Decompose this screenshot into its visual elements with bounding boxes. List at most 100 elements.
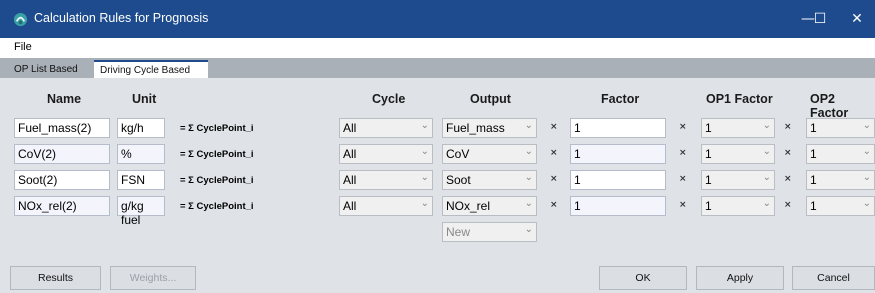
unit-field[interactable]: FSN <box>117 170 165 190</box>
menu-bar: File <box>0 38 875 58</box>
results-button[interactable]: Results <box>10 266 101 290</box>
op1-factor-dropdown[interactable]: 1 ⌄ <box>701 144 775 164</box>
op1-value: 1 <box>705 199 712 213</box>
op2-factor-dropdown[interactable]: 1 ⌄ <box>806 196 875 216</box>
header-output: Output <box>470 92 511 106</box>
chevron-down-icon: ⌄ <box>524 146 533 157</box>
output-value: Soot <box>446 173 471 187</box>
maximize-button[interactable]: ☐ <box>797 0 843 38</box>
op2-value: 1 <box>810 199 817 213</box>
op1-factor-dropdown[interactable]: 1 ⌄ <box>701 118 775 138</box>
cycle-dropdown[interactable]: All ⌄ <box>339 196 433 216</box>
multiply-icon: × <box>679 174 687 184</box>
chevron-down-icon: ⌄ <box>420 120 429 131</box>
output-dropdown[interactable]: CoV ⌄ <box>442 144 537 164</box>
chevron-down-icon: ⌄ <box>762 198 771 209</box>
header-op2-factor: OP2 Factor <box>810 92 849 120</box>
chevron-down-icon: ⌄ <box>524 224 533 235</box>
name-field[interactable]: CoV(2) <box>14 144 110 164</box>
multiply-icon: × <box>784 122 792 132</box>
output-dropdown[interactable]: Fuel_mass ⌄ <box>442 118 537 138</box>
multiply-icon: × <box>784 200 792 210</box>
new-output-dropdown[interactable]: New ⌄ <box>442 222 537 242</box>
sum-formula-label: = Σ CyclePoint_i <box>180 123 254 134</box>
factor-field[interactable]: 1 <box>570 118 666 138</box>
chevron-down-icon: ⌄ <box>524 198 533 209</box>
factor-field[interactable]: 1 <box>570 144 666 164</box>
header-cycle: Cycle <box>372 92 406 106</box>
chevron-down-icon: ⌄ <box>524 172 533 183</box>
output-value: Fuel_mass <box>446 121 505 135</box>
chevron-down-icon: ⌄ <box>420 172 429 183</box>
sum-formula-label: = Σ CyclePoint_i <box>180 175 254 186</box>
unit-field[interactable]: g/kg fuel <box>117 196 165 227</box>
new-output-placeholder: New <box>446 225 471 239</box>
calculation-rules-window: Calculation Rules for Prognosis — ☐ ✕ Fi… <box>0 0 875 293</box>
app-icon <box>13 12 28 27</box>
multiply-icon: × <box>550 122 558 132</box>
cycle-value: All <box>343 147 357 161</box>
cycle-value: All <box>343 199 357 213</box>
multiply-icon: × <box>679 200 687 210</box>
cycle-value: All <box>343 173 357 187</box>
multiply-icon: × <box>550 148 558 158</box>
output-dropdown[interactable]: NOx_rel ⌄ <box>442 196 537 216</box>
close-button[interactable]: ✕ <box>839 0 875 38</box>
window-title: Calculation Rules for Prognosis <box>34 11 209 25</box>
op2-value: 1 <box>810 121 817 135</box>
chevron-down-icon: ⌄ <box>762 172 771 183</box>
multiply-icon: × <box>679 122 687 132</box>
ok-button[interactable]: OK <box>599 266 687 290</box>
menu-file[interactable]: File <box>14 41 32 53</box>
op2-factor-dropdown[interactable]: 1 ⌄ <box>806 144 875 164</box>
weights-button[interactable]: Weights... <box>110 266 196 290</box>
multiply-icon: × <box>784 174 792 184</box>
op1-factor-dropdown[interactable]: 1 ⌄ <box>701 196 775 216</box>
op1-factor-dropdown[interactable]: 1 ⌄ <box>701 170 775 190</box>
multiply-icon: × <box>550 200 558 210</box>
factor-field[interactable]: 1 <box>570 170 666 190</box>
chevron-down-icon: ⌄ <box>420 198 429 209</box>
chevron-down-icon: ⌄ <box>762 120 771 131</box>
op1-value: 1 <box>705 173 712 187</box>
name-field[interactable]: Fuel_mass(2) <box>14 118 110 138</box>
header-name: Name <box>47 92 82 106</box>
output-dropdown[interactable]: Soot ⌄ <box>442 170 537 190</box>
chevron-down-icon: ⌄ <box>862 120 871 131</box>
cancel-button[interactable]: Cancel <box>792 266 875 290</box>
unit-field[interactable]: % <box>117 144 165 164</box>
multiply-icon: × <box>550 174 558 184</box>
op2-factor-dropdown[interactable]: 1 ⌄ <box>806 170 875 190</box>
chevron-down-icon: ⌄ <box>862 172 871 183</box>
name-field[interactable]: NOx_rel(2) <box>14 196 110 216</box>
chevron-down-icon: ⌄ <box>862 146 871 157</box>
op2-value: 1 <box>810 147 817 161</box>
multiply-icon: × <box>679 148 687 158</box>
tab-bar: OP List Based Driving Cycle Based <box>0 58 875 78</box>
cycle-dropdown[interactable]: All ⌄ <box>339 118 433 138</box>
op2-factor-dropdown[interactable]: 1 ⌄ <box>806 118 875 138</box>
op1-value: 1 <box>705 147 712 161</box>
tab-op-list-based[interactable]: OP List Based <box>8 62 84 78</box>
apply-button[interactable]: Apply <box>696 266 784 290</box>
chevron-down-icon: ⌄ <box>420 146 429 157</box>
unit-field[interactable]: kg/h <box>117 118 165 138</box>
header-unit: Unit <box>132 92 157 106</box>
cycle-dropdown[interactable]: All ⌄ <box>339 170 433 190</box>
title-bar[interactable]: Calculation Rules for Prognosis — ☐ ✕ <box>0 0 875 38</box>
cycle-dropdown[interactable]: All ⌄ <box>339 144 433 164</box>
sum-formula-label: = Σ CyclePoint_i <box>180 201 254 212</box>
multiply-icon: × <box>784 148 792 158</box>
chevron-down-icon: ⌄ <box>862 198 871 209</box>
op1-value: 1 <box>705 121 712 135</box>
factor-field[interactable]: 1 <box>570 196 666 216</box>
output-value: CoV <box>446 147 470 161</box>
output-value: NOx_rel <box>446 199 491 213</box>
rules-panel: Name Unit Cycle Output Factor OP1 Factor… <box>0 78 875 293</box>
sum-formula-label: = Σ CyclePoint_i <box>180 149 254 160</box>
op2-value: 1 <box>810 173 817 187</box>
tab-driving-cycle-based[interactable]: Driving Cycle Based <box>94 60 208 78</box>
chevron-down-icon: ⌄ <box>762 146 771 157</box>
name-field[interactable]: Soot(2) <box>14 170 110 190</box>
cycle-value: All <box>343 121 357 135</box>
